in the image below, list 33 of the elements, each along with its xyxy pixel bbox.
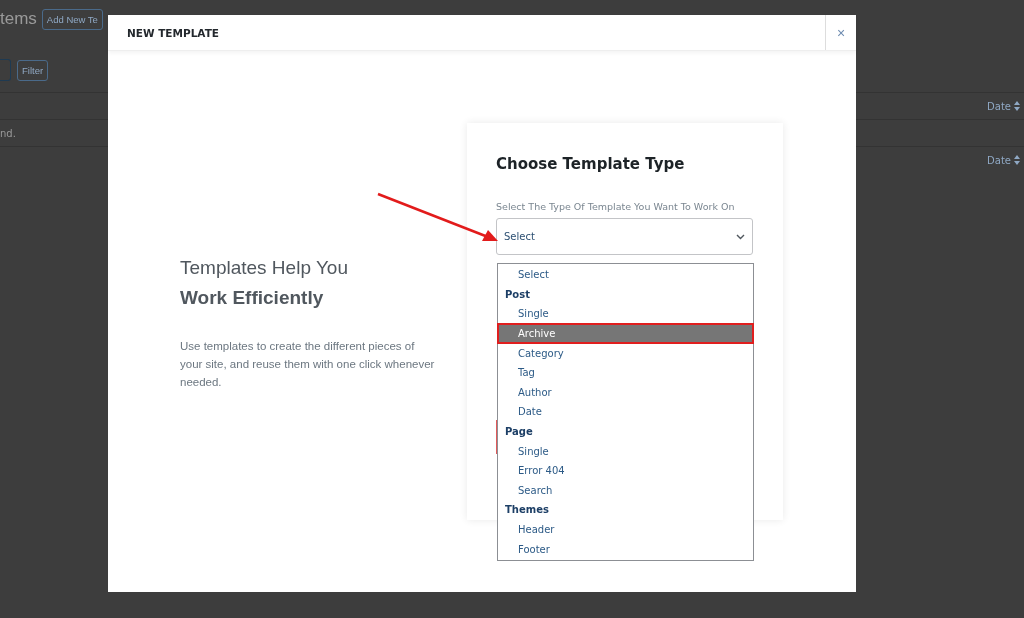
empty-message: nd. (0, 127, 16, 139)
card-heading: Choose Template Type (496, 155, 686, 173)
dropdown-option[interactable]: Single (498, 304, 753, 324)
sort-icon (1014, 101, 1020, 111)
sort-icon (1014, 155, 1020, 165)
add-new-template-button[interactable]: Add New Te (41, 8, 103, 30)
modal-title: NEW TEMPLATE (126, 26, 220, 39)
close-button[interactable]: × (825, 15, 856, 50)
page-title: tems (0, 9, 37, 29)
dropdown-option[interactable]: Single (498, 441, 753, 461)
intro-description: Use templates to create the different pieces of your site, and reuse them with one click whenever needed. (180, 338, 436, 390)
option-group-label: Post (504, 287, 531, 302)
option-group-label: Themes (504, 503, 550, 518)
dropdown-option[interactable]: Footer (498, 539, 753, 559)
filter-button[interactable]: Filter (17, 59, 49, 81)
dropdown-option[interactable]: Select (498, 265, 753, 285)
date-sort-link[interactable]: Date (987, 154, 1020, 166)
date-sort-link[interactable]: Date (987, 100, 1020, 112)
option-group-label: Page (504, 425, 534, 440)
bulk-select[interactable] (0, 59, 11, 81)
template-type-select[interactable]: Select (496, 218, 753, 255)
dropdown-option[interactable]: Tag (498, 362, 753, 383)
dropdown-option[interactable]: Header (498, 519, 753, 540)
chevron-down-icon (736, 233, 745, 240)
dropdown-option[interactable]: Category (498, 343, 753, 363)
intro-heading: Work Efficiently (180, 285, 325, 310)
dropdown-option[interactable]: Author (498, 382, 753, 403)
dropdown-option[interactable]: Error 404 (498, 460, 753, 481)
dropdown-option[interactable]: Search (498, 480, 753, 501)
dropdown-option[interactable]: Date (498, 402, 753, 422)
dropdown-option[interactable]: Archive (498, 323, 753, 344)
field-label: Select The Type Of Template You Want To Work On (496, 201, 736, 212)
intro-heading: Templates Help You (180, 255, 349, 280)
